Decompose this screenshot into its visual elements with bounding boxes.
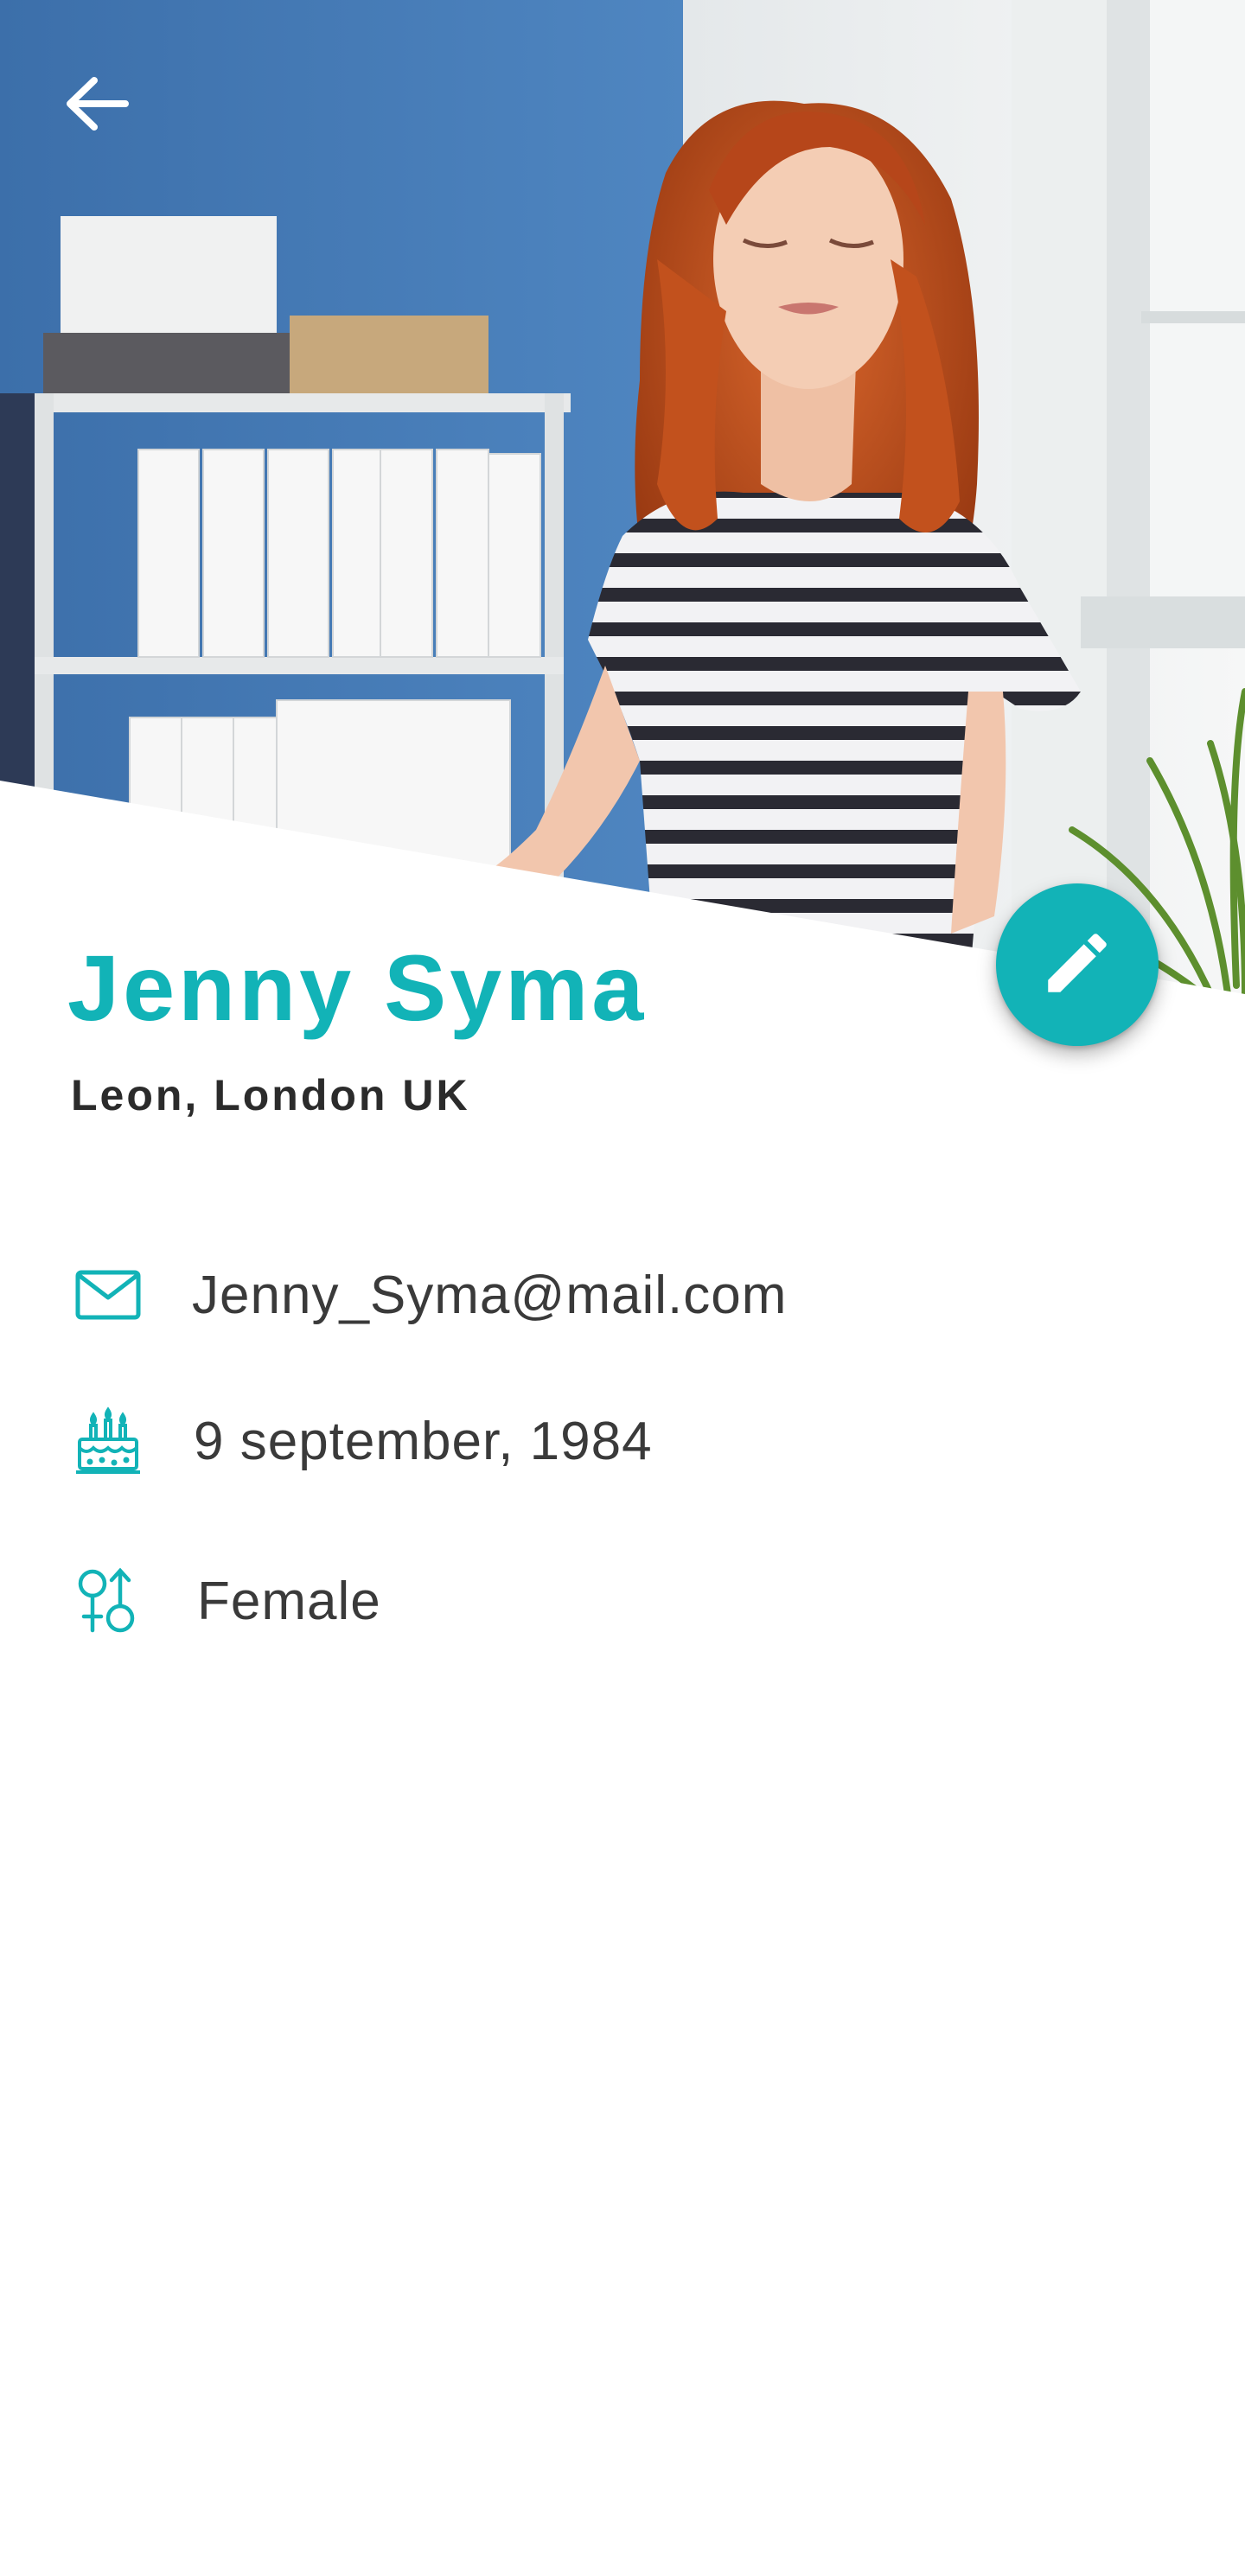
gender-row[interactable]: Female	[71, 1558, 1178, 1644]
email-value: Jenny_Syma@mail.com	[192, 1265, 788, 1325]
birthday-row[interactable]: 9 september, 1984	[71, 1398, 1178, 1484]
birthday-cake-icon	[71, 1404, 145, 1478]
birthday-value: 9 september, 1984	[194, 1411, 653, 1471]
gender-icon	[71, 1564, 145, 1638]
arrow-left-icon	[65, 76, 129, 135]
back-button[interactable]	[54, 62, 140, 149]
email-row[interactable]: Jenny_Syma@mail.com	[71, 1252, 1178, 1338]
profile-location: Leon, London UK	[71, 1071, 470, 1119]
envelope-icon	[71, 1258, 145, 1332]
gender-value: Female	[197, 1571, 381, 1631]
header-photo	[0, 0, 1245, 994]
diagonal-cut	[0, 781, 1245, 994]
pencil-icon	[1038, 924, 1116, 1006]
profile-name: Jenny Syma	[67, 935, 648, 1040]
edit-profile-button[interactable]	[996, 883, 1159, 1046]
